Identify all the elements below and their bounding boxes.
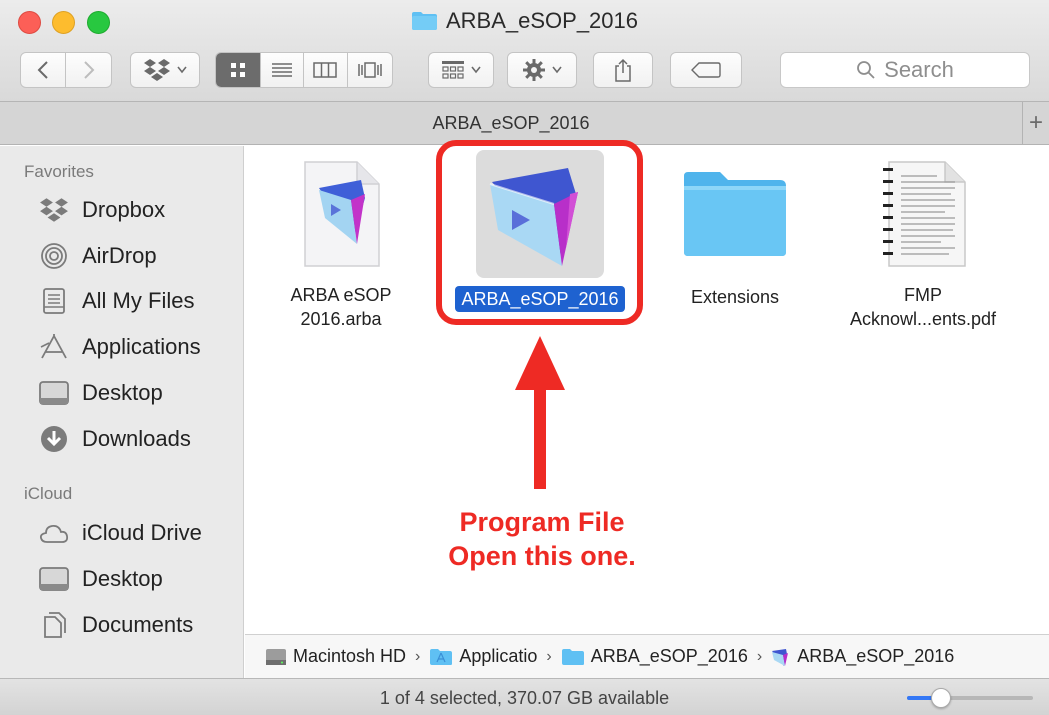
file-item-arba-document[interactable]: ARBA eSOP 2016.arba — [256, 158, 426, 331]
sidebar-item-all-my-files[interactable]: All My Files — [38, 283, 194, 319]
sidebar-item-label: Documents — [82, 612, 194, 637]
icon-size-slider[interactable] — [907, 688, 1033, 708]
window-title-text: ARBA_eSOP_2016 — [445, 8, 639, 33]
search-field[interactable]: Search — [780, 52, 1030, 88]
new-tab-button[interactable]: + — [1022, 102, 1049, 145]
sidebar-item-downloads[interactable]: Downloads — [38, 421, 191, 457]
sidebar-item-label: All My Files — [82, 288, 195, 313]
sidebar-item-documents[interactable]: Documents — [38, 607, 193, 643]
dropbox-icon — [144, 59, 170, 81]
forward-button[interactable] — [66, 53, 111, 87]
sidebar-item-label: Applications — [82, 334, 201, 359]
magnifier-icon — [857, 61, 875, 79]
path-item-macintosh-hd[interactable]: Macintosh HD — [265, 646, 406, 667]
grid-icon — [230, 63, 245, 77]
documents-icon — [38, 611, 70, 639]
search-placeholder: Search — [884, 57, 954, 82]
dropbox-icon — [38, 196, 70, 224]
file-name: Extensions — [690, 287, 780, 307]
path-item-arba-folder[interactable]: ARBA_eSOP_2016 — [561, 646, 748, 667]
file-item-pdf[interactable]: FMP Acknowl...ents.pdf — [838, 158, 1008, 331]
arrange-icon — [442, 61, 464, 79]
sidebar: Favorites Dropbox AirDrop All My Files A… — [0, 146, 244, 678]
path-separator-icon: › — [415, 647, 421, 665]
applications-icon — [38, 333, 70, 361]
sidebar-item-label: Dropbox — [82, 197, 166, 222]
desktop-icon — [38, 379, 70, 407]
airdrop-icon — [38, 242, 70, 270]
status-bar: 1 of 4 selected, 370.07 GB available — [0, 678, 1049, 715]
finder-window: ARBA_eSOP_2016 Search ARBA_eSOP_2016 + F… — [0, 0, 1049, 715]
chevron-right-icon — [83, 61, 94, 79]
icon-view-button[interactable] — [216, 53, 261, 87]
arrange-menu-button[interactable] — [428, 52, 494, 88]
chevron-down-icon — [552, 66, 562, 74]
sidebar-item-dropbox[interactable]: Dropbox — [38, 192, 165, 228]
dropbox-menu-button[interactable] — [130, 52, 200, 88]
sidebar-item-label: Desktop — [82, 566, 163, 591]
folder-icon — [684, 172, 786, 256]
hard-drive-icon — [266, 648, 286, 665]
toolbar: ARBA_eSOP_2016 Search — [0, 0, 1049, 102]
tab-bar: ARBA_eSOP_2016 + — [0, 102, 1049, 145]
list-view-button[interactable] — [261, 53, 305, 87]
filemaker-app-icon — [772, 648, 789, 666]
share-icon — [615, 58, 631, 82]
file-item-extensions-folder[interactable]: Extensions — [650, 166, 820, 309]
sidebar-item-label: iCloud Drive — [82, 520, 202, 545]
sidebar-item-icloud-desktop[interactable]: Desktop — [38, 561, 163, 597]
path-item-arba-app[interactable]: ARBA_eSOP_2016 — [771, 646, 954, 667]
tags-button[interactable] — [670, 52, 742, 88]
sidebar-item-label: AirDrop — [82, 243, 157, 268]
gear-icon — [523, 59, 545, 81]
folder-icon — [561, 648, 584, 665]
annotation-highlight-box — [436, 140, 643, 325]
back-button[interactable] — [21, 53, 67, 87]
path-item-applications[interactable]: Applicatio — [429, 646, 537, 667]
sidebar-header-favorites: Favorites — [24, 162, 94, 181]
applications-folder-icon — [430, 648, 453, 665]
tab-current[interactable]: ARBA_eSOP_2016 — [0, 113, 1022, 134]
chevron-down-icon — [471, 66, 481, 74]
sidebar-header-icloud: iCloud — [24, 484, 73, 503]
annotation-arrow-shaft — [534, 387, 546, 489]
pdf-icon — [883, 161, 966, 267]
view-mode-control — [215, 52, 393, 88]
tag-icon — [691, 62, 721, 78]
path-separator-icon: › — [756, 647, 763, 665]
annotation-text: Program File Open this one. — [448, 507, 636, 571]
filemaker-doc-icon — [304, 161, 380, 267]
cover-flow-icon — [358, 62, 382, 78]
chevron-left-icon — [37, 61, 48, 79]
file-name: FMP Acknowl...ents.pdf — [849, 285, 997, 329]
column-view-button[interactable] — [304, 53, 348, 87]
sidebar-item-desktop[interactable]: Desktop — [38, 375, 163, 411]
sidebar-item-applications[interactable]: Applications — [38, 329, 201, 365]
sidebar-item-label: Downloads — [82, 426, 191, 451]
all-files-icon — [38, 287, 70, 315]
desktop-icon — [38, 565, 70, 593]
share-button[interactable] — [593, 52, 653, 88]
sidebar-item-airdrop[interactable]: AirDrop — [38, 238, 157, 274]
action-menu-button[interactable] — [507, 52, 577, 88]
columns-icon — [313, 62, 338, 78]
folder-icon — [411, 10, 438, 31]
back-forward-control — [20, 52, 112, 88]
path-separator-icon: › — [546, 647, 552, 665]
cover-flow-button[interactable] — [348, 53, 392, 87]
sidebar-item-label: Desktop — [82, 380, 163, 405]
list-icon — [271, 63, 292, 77]
downloads-icon — [38, 425, 70, 453]
chevron-down-icon — [177, 66, 187, 74]
slider-knob[interactable] — [931, 688, 952, 708]
annotation-arrow-head — [515, 336, 565, 390]
window-title: ARBA_eSOP_2016 — [0, 8, 1049, 34]
file-name: ARBA eSOP 2016.arba — [290, 285, 392, 329]
sidebar-item-icloud-drive[interactable]: iCloud Drive — [38, 515, 202, 551]
status-text: 1 of 4 selected, 370.07 GB available — [379, 688, 670, 708]
cloud-icon — [38, 519, 70, 547]
path-bar: Macintosh HD › Applicatio › ARBA_eSOP_20… — [245, 634, 1049, 678]
